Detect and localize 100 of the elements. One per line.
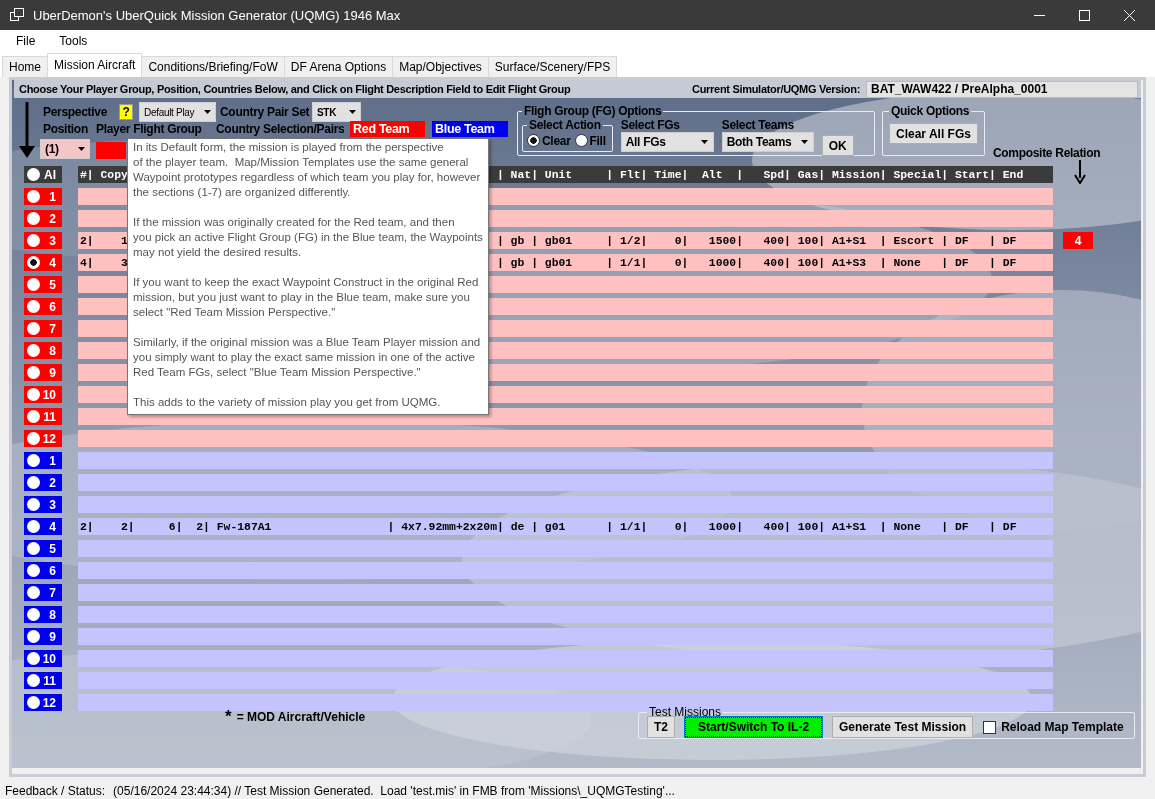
tooltip-text: If you want to keep the exact Waypoint Construct in the original Red mission, but you just want to play in the Blue team, make sure you select "Red Team Mission Perspective." <box>133 275 480 320</box>
flight-group-field[interactable] <box>96 142 126 159</box>
column-headings: #| Copy <box>80 168 128 181</box>
row-number: 4 <box>48 255 57 270</box>
window-title: UberDemon's UberQuick Mission Generator (UQMG) 1946 Max <box>33 7 401 23</box>
caret-icon <box>77 147 85 151</box>
test-missions-label: Test Missions <box>648 705 723 719</box>
select-fgs-dropdown[interactable]: All FGs <box>620 132 714 152</box>
perspective-dropdown[interactable]: Default Play <box>139 102 216 122</box>
table-row[interactable]: 2| 2| 6| 2| Fw-187A1 | 4x7.92mm+2x20m| de | g01 | 1/1| 0| 1000| 400| 100| A1+S1 | None | DF | DF <box>78 518 1053 535</box>
start-button[interactable]: Start/Switch To IL-2 <box>685 717 822 737</box>
row-number: 10 <box>41 387 57 402</box>
row-text: 2| 2| 6| 2| Fw-187A1 | 4x7.92mm+2x20m| de | g01 | 1/1| 0| 1000| 400| 100| A1+S1 | None | DF | DF <box>80 520 1017 533</box>
flight-group-label: Player Flight Group <box>96 122 203 136</box>
position-dropdown[interactable]: (1) <box>40 139 90 159</box>
radio-button[interactable] <box>27 630 40 643</box>
radio-button[interactable] <box>27 432 40 445</box>
radio-button[interactable] <box>27 256 40 269</box>
position-label: Position <box>43 122 89 136</box>
row-number: 2 <box>48 211 57 226</box>
country-pair-dropdown[interactable]: STK <box>312 102 361 122</box>
row-number: 11 <box>42 409 57 424</box>
tab[interactable]: Surface/Scenery/FPS <box>487 56 618 77</box>
radio-button[interactable] <box>27 234 40 247</box>
asterisk-symbol: * <box>225 707 232 727</box>
down-arrow-icon <box>1073 160 1087 184</box>
generate-test-mission-button[interactable]: Generate Test Mission <box>832 716 974 738</box>
column-headings: | Nat| Unit | Flt| Time| Alt | Spd| Gas| Mission| Special| Start| End <box>496 168 1024 181</box>
row-number: 7 <box>48 321 57 336</box>
composite-relation-label: Composite Relation <box>992 146 1101 162</box>
maximize-icon[interactable] <box>1079 9 1090 21</box>
radio-button[interactable] <box>27 454 40 467</box>
team-label: Blue Team <box>432 121 508 137</box>
tooltip-text: In its Default form, the mission is played from the perspective of the player team. Map/Mission Templates use the same general Waypoint prototypes regardless of which team you play for, however the sections (1-7) are organized differently. <box>133 140 482 200</box>
radio-button[interactable] <box>27 520 40 533</box>
radio-button[interactable] <box>27 608 40 621</box>
select-fgs-label: Select FGs <box>620 118 681 132</box>
radio-button[interactable] <box>27 652 40 665</box>
radio-button[interactable] <box>27 344 40 357</box>
row-number: 9 <box>48 629 57 644</box>
legend-text: = MOD Aircraft/Vehicle <box>236 710 366 724</box>
row-number: 11 <box>42 673 57 688</box>
radio-button[interactable] <box>27 212 40 225</box>
radio-button[interactable] <box>27 410 40 423</box>
status-label: Feedback / Status: <box>5 784 106 798</box>
help-badge[interactable]: ? <box>119 104 133 120</box>
select-action-label: Select Action <box>528 118 602 132</box>
country-selection-label: Country Selection/Pairs <box>216 122 346 136</box>
fg-options-label: Fligh Group (FG) Options <box>523 104 663 118</box>
instruction-text: Choose Your Player Group, Position, Countries Below, and Click on Flight Description Field to Edit Flight Group <box>19 83 571 95</box>
close-icon[interactable] <box>1124 9 1135 21</box>
radio-button[interactable] <box>27 476 40 489</box>
row-number: 6 <box>48 563 57 578</box>
row-number: 3 <box>48 497 57 512</box>
radio-button[interactable] <box>27 542 40 555</box>
radio-button[interactable] <box>27 278 40 291</box>
radio-button[interactable] <box>27 388 40 401</box>
radio-button[interactable] <box>27 674 40 687</box>
tab[interactable]: Map/Objectives <box>392 56 489 77</box>
composite-relation-badge: 4 <box>1063 232 1093 249</box>
select-teams-dropdown[interactable]: Both Teams <box>721 132 814 152</box>
row-text: 2| 1 <box>80 234 128 247</box>
radio-button[interactable] <box>27 366 40 379</box>
status-message: (05/16/2024 23:44:34) // Test Mission Generated. Load 'test.mis' in FMB from 'Missions\_UQMGTesting'... <box>113 784 675 798</box>
team-label: Red Team <box>350 121 425 137</box>
tab[interactable]: Conditions/Briefing/FoW <box>141 56 285 77</box>
menu-item[interactable]: File <box>9 34 43 48</box>
perspective-label: Perspective <box>43 105 109 119</box>
caret-icon <box>701 140 709 144</box>
select-teams-label: Select Teams <box>721 118 795 132</box>
row-text: 4| 3 <box>80 256 128 269</box>
menu-item[interactable]: Tools <box>52 34 95 48</box>
row-number: 1 <box>48 453 57 468</box>
version-label: Current Simulator/UQMG Version: <box>692 83 860 95</box>
radio-button[interactable] <box>27 586 40 599</box>
tab[interactable]: DF Arena Options <box>283 56 394 77</box>
radio-button[interactable] <box>27 696 40 709</box>
tab[interactable]: Home <box>2 56 48 77</box>
radio-button[interactable] <box>27 498 40 511</box>
radio-button[interactable] <box>27 190 40 203</box>
radio-label: Fill <box>589 133 606 148</box>
down-arrow-icon <box>19 102 35 158</box>
country-pair-label: Country Pair Set <box>220 105 311 119</box>
row-text: | gb | gb01 | 1/2| 0| 1500| 400| 100| A1+S1 | Escort | DF | DF <box>496 234 1017 247</box>
ok-button[interactable]: OK <box>821 135 854 156</box>
radio-button[interactable] <box>27 322 40 335</box>
t2-button[interactable]: T2 <box>647 716 675 738</box>
radio-button[interactable] <box>27 300 40 313</box>
row-number: 7 <box>48 585 57 600</box>
caret-icon <box>203 110 211 114</box>
row-number: 12 <box>41 695 57 710</box>
row-number: 8 <box>48 343 57 358</box>
row-number: 9 <box>48 365 57 380</box>
row-number: 4 <box>48 519 57 534</box>
radio-button[interactable] <box>27 168 40 181</box>
row-number: 5 <box>48 541 57 556</box>
row-number: 10 <box>41 651 57 666</box>
clear-all-button[interactable]: Clear All FGs <box>889 123 978 144</box>
radio-button[interactable] <box>27 564 40 577</box>
row-number: 12 <box>41 431 57 446</box>
